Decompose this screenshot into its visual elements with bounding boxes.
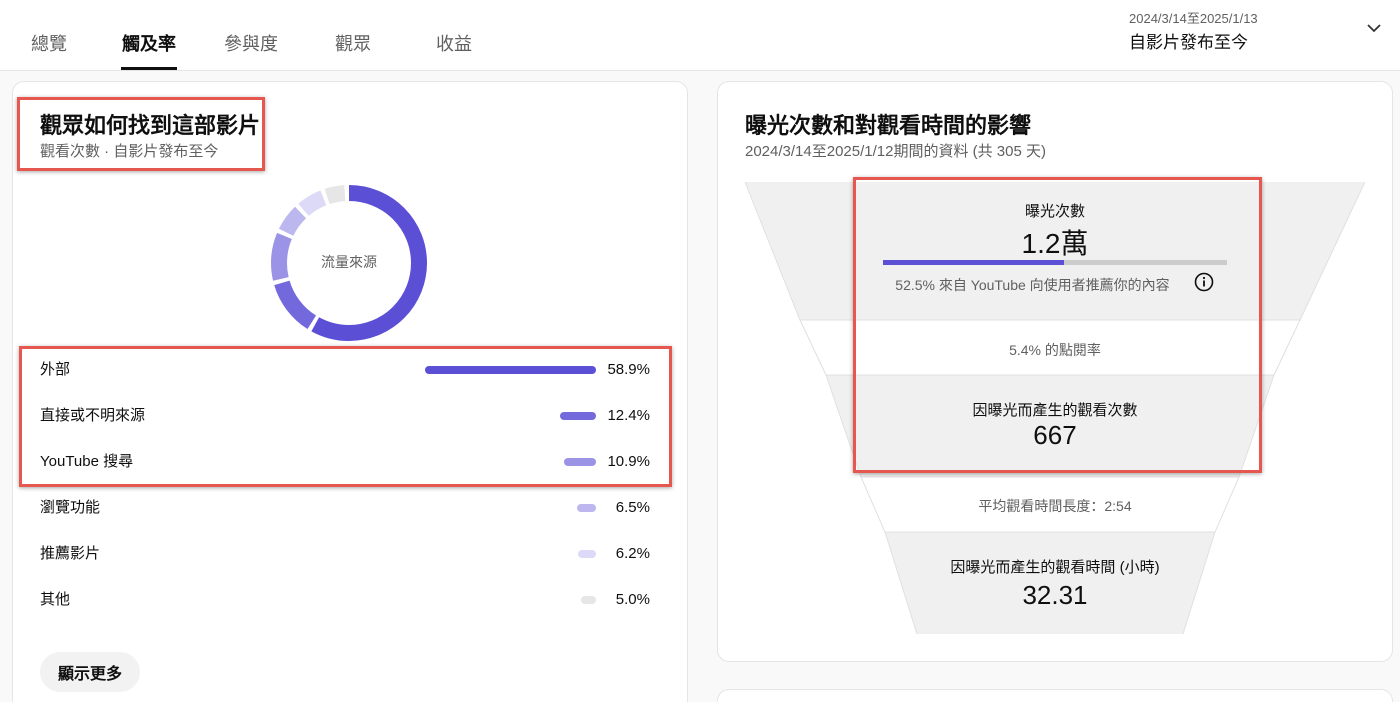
avg-view-duration: 平均觀看時間長度：2:54 (978, 498, 1132, 514)
active-tab-indicator (121, 67, 177, 70)
traffic-source-row[interactable]: YouTube 搜尋 10.9% (40, 450, 652, 474)
traffic-source-bar (425, 366, 596, 374)
traffic-source-percent: 5.0% (615, 591, 650, 608)
traffic-source-bar (560, 412, 596, 420)
traffic-source-bar (577, 504, 596, 512)
views-from-impressions-label: 因曝光而產生的觀看次數 (972, 402, 1138, 419)
donut-center-label: 流量來源 (321, 254, 377, 270)
impressions-note: 52.5% 來自 YouTube 向使用者推薦你的內容 (895, 277, 1170, 293)
traffic-source-label: 其他 (40, 591, 71, 608)
views-from-impressions-value: 667 (1033, 420, 1077, 450)
watch-time-value: 32.31 (1022, 580, 1088, 610)
watch-time-label: 因曝光而產生的觀看時間 (小時) (950, 559, 1160, 576)
traffic-source-row[interactable]: 推薦影片 6.2% (40, 542, 652, 566)
next-card (717, 689, 1393, 702)
funnel-card-title: 曝光次數和對觀看時間的影響 (745, 113, 1032, 138)
traffic-source-percent: 6.2% (615, 545, 650, 562)
traffic-source-row[interactable]: 瀏覽功能 6.5% (40, 496, 652, 520)
traffic-source-bar (578, 550, 596, 558)
funnel-card-subtitle: 2024/3/14至2025/1/12期間的資料 (共 305 天) (745, 143, 1046, 160)
traffic-source-bar (581, 596, 596, 604)
show-more-button[interactable]: 顯示更多 (40, 652, 140, 692)
tab-overview[interactable]: 總覽 (31, 30, 67, 56)
tab-engagement[interactable]: 參與度 (224, 30, 278, 56)
traffic-card-title: 觀眾如何找到這部影片 (40, 113, 261, 138)
traffic-source-label: 瀏覽功能 (40, 499, 101, 516)
top-tab-bar: 總覽 觸及率 參與度 觀眾 收益 2024/3/14至2025/1/13 自影片… (0, 0, 1400, 71)
tab-reach[interactable]: 觸及率 (122, 30, 176, 56)
date-range-text: 2024/3/14至2025/1/13 (1129, 11, 1258, 26)
info-icon[interactable] (1194, 272, 1214, 292)
tab-revenue[interactable]: 收益 (436, 30, 472, 56)
traffic-source-row[interactable]: 直接或不明來源 12.4% (40, 404, 652, 428)
traffic-source-row[interactable]: 外部 58.9% (40, 358, 652, 382)
traffic-source-label: 推薦影片 (40, 545, 101, 562)
tab-audience[interactable]: 觀眾 (335, 30, 371, 56)
traffic-source-label: YouTube 搜尋 (40, 453, 134, 470)
traffic-source-percent: 12.4% (607, 407, 650, 424)
traffic-source-label: 外部 (40, 361, 71, 378)
traffic-source-label: 直接或不明來源 (40, 407, 146, 424)
impressions-label: 曝光次數 (1024, 203, 1085, 220)
traffic-source-percent: 10.9% (607, 453, 650, 470)
impressions-progress-fill (883, 260, 1064, 265)
traffic-card-subtitle: 觀看次數 · 自影片發布至今 (40, 143, 219, 160)
impressions-value: 1.2萬 (1021, 228, 1089, 259)
traffic-source-percent: 6.5% (615, 499, 650, 516)
date-range-label: 自影片發布至今 (1129, 33, 1248, 52)
chevron-down-icon[interactable] (1366, 22, 1382, 34)
traffic-source-percent: 58.9% (607, 361, 650, 378)
traffic-source-row[interactable]: 其他 5.0% (40, 588, 652, 612)
impressions-progress-bar (883, 260, 1227, 265)
ctr-text: 5.4% 的點閱率 (1009, 342, 1101, 358)
traffic-source-bar (564, 458, 596, 466)
